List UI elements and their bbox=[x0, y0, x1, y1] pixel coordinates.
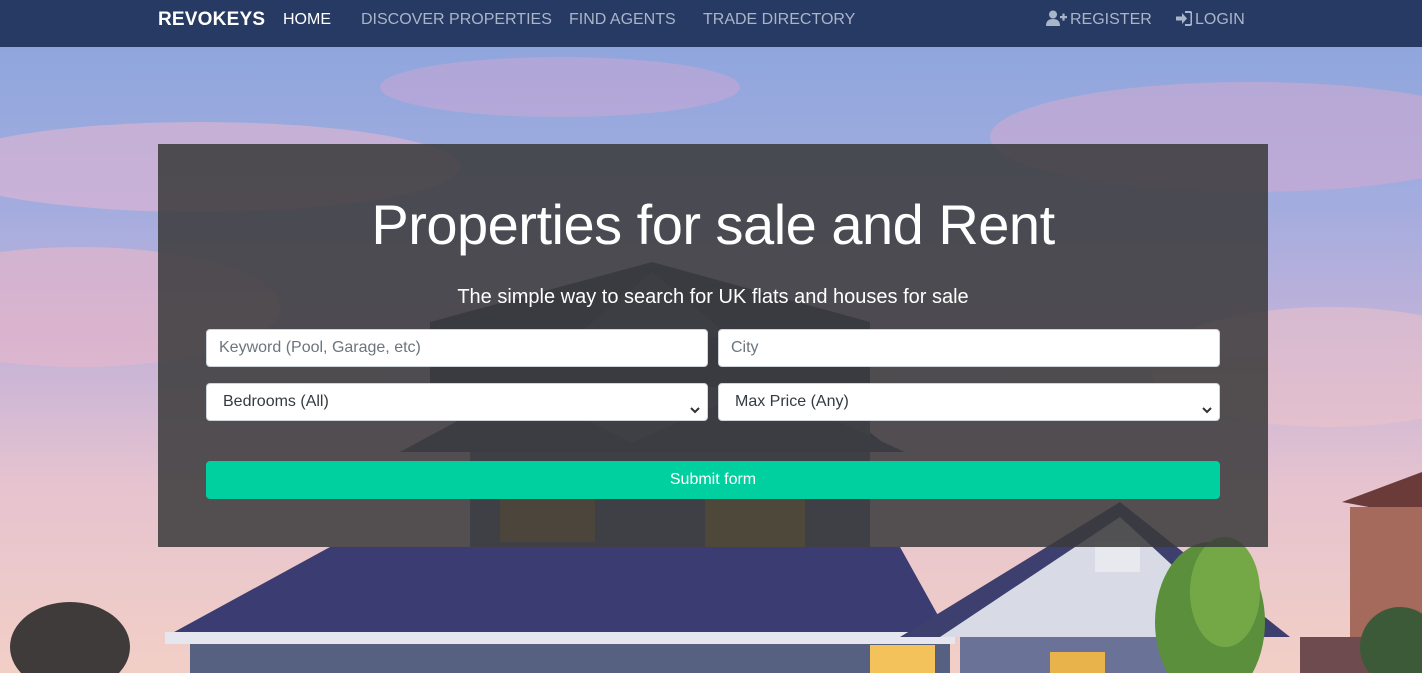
brand-logo[interactable]: REVOKEYS bbox=[158, 0, 265, 40]
city-input[interactable] bbox=[718, 329, 1220, 367]
navbar: REVOKEYS HOME DISCOVER PROPERTIES FIND A… bbox=[0, 0, 1422, 47]
search-panel: Properties for sale and Rent The simple … bbox=[158, 144, 1268, 547]
max-price-select-value: Max Price (Any) bbox=[735, 393, 849, 410]
submit-button[interactable]: Submit form bbox=[206, 461, 1220, 499]
nav-link-find-agents[interactable]: FIND AGENTS bbox=[569, 0, 676, 40]
hero-title: Properties for sale and Rent bbox=[371, 193, 1055, 256]
register-link[interactable]: REGISTER bbox=[1046, 0, 1152, 40]
hero-subtitle: The simple way to search for UK flats an… bbox=[457, 286, 969, 308]
max-price-select[interactable]: Max Price (Any) bbox=[718, 383, 1220, 421]
nav-link-home[interactable]: HOME bbox=[283, 0, 331, 40]
bedrooms-select[interactable]: Bedrooms (All) bbox=[206, 383, 708, 421]
sign-in-icon bbox=[1176, 2, 1193, 42]
chevron-down-icon bbox=[689, 395, 701, 431]
chevron-down-icon bbox=[1201, 395, 1213, 431]
user-plus-icon bbox=[1046, 2, 1067, 42]
nav-link-discover-properties[interactable]: DISCOVER PROPERTIES bbox=[361, 0, 552, 40]
login-label: LOGIN bbox=[1195, 11, 1245, 28]
nav-link-trade-directory[interactable]: TRADE DIRECTORY bbox=[703, 0, 855, 40]
register-label: REGISTER bbox=[1070, 11, 1152, 28]
login-link[interactable]: LOGIN bbox=[1176, 0, 1245, 40]
bedrooms-select-value: Bedrooms (All) bbox=[223, 393, 329, 410]
keyword-input[interactable] bbox=[206, 329, 708, 367]
